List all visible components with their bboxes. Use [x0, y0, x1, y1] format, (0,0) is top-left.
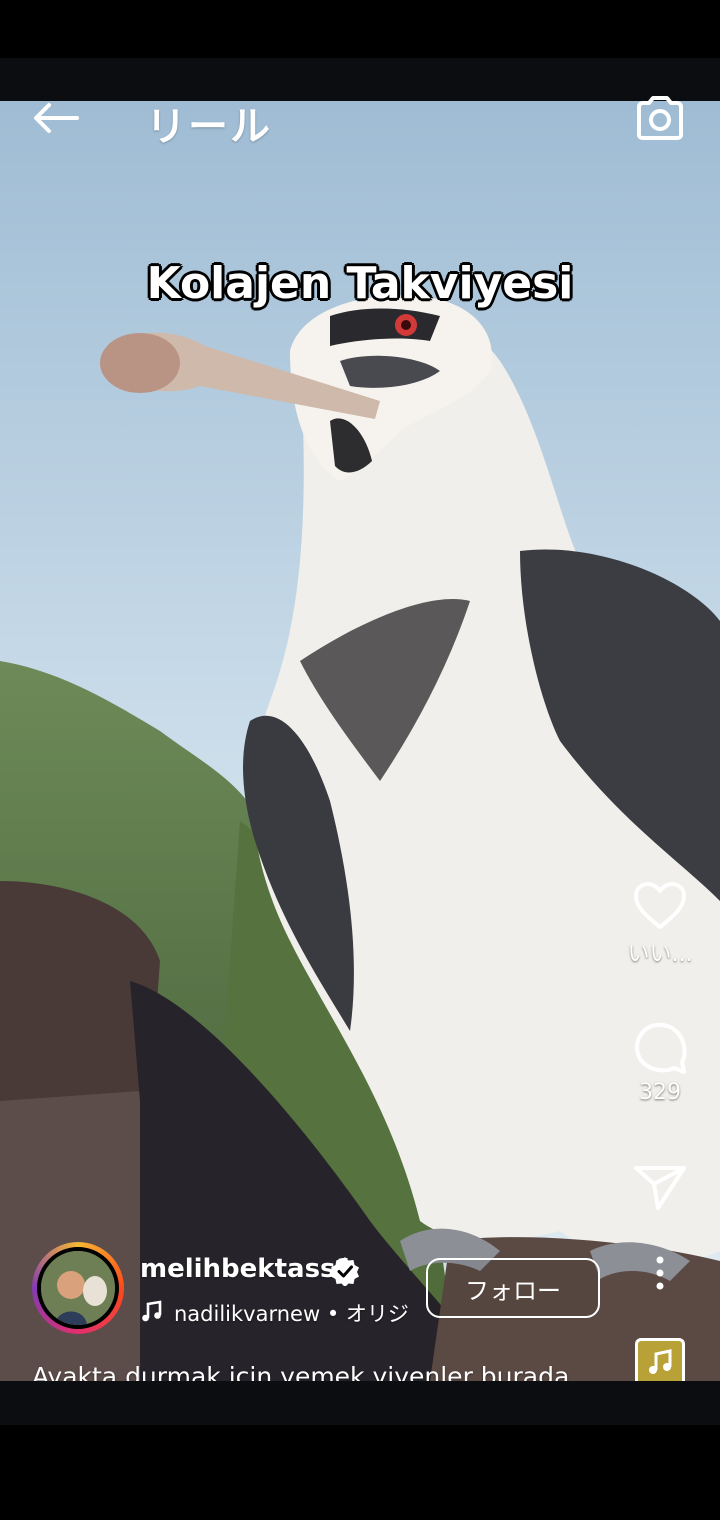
avatar[interactable]	[32, 1242, 124, 1334]
paper-plane-icon	[634, 1166, 686, 1210]
avatar-image	[37, 1247, 119, 1329]
page-title: リール	[146, 104, 272, 150]
share-button[interactable]	[620, 1162, 700, 1212]
verified-badge-icon	[331, 1257, 359, 1286]
bottom-strip	[0, 1381, 720, 1425]
like-label: いい...	[627, 942, 693, 967]
username[interactable]: melihbektass1	[140, 1254, 354, 1284]
heart-icon	[634, 882, 686, 929]
follow-button[interactable]: フォロー	[426, 1258, 600, 1318]
more-options-button[interactable]	[620, 1255, 700, 1291]
video-overlay-text: Kolajen Takviyesi	[146, 258, 574, 309]
camera-button[interactable]	[630, 88, 690, 148]
audio-name: nadilikvarnew • オリジ	[174, 1302, 409, 1326]
status-bar	[0, 0, 720, 58]
audio-attribution[interactable]: nadilikvarnew • オリジ	[140, 1298, 410, 1328]
more-vertical-icon	[656, 1256, 664, 1290]
music-note-icon	[649, 1349, 672, 1374]
comment-count: 329	[639, 1080, 681, 1105]
comment-bubble-icon	[635, 1022, 687, 1074]
header: リール	[0, 80, 720, 150]
music-note-icon	[142, 1300, 162, 1322]
camera-icon	[637, 96, 683, 140]
back-button[interactable]	[28, 90, 84, 146]
comment-button[interactable]: 329	[620, 1020, 700, 1105]
like-button[interactable]: いい...	[620, 880, 700, 968]
arrow-left-icon	[34, 103, 79, 133]
navigation-bar-area	[0, 1425, 720, 1520]
